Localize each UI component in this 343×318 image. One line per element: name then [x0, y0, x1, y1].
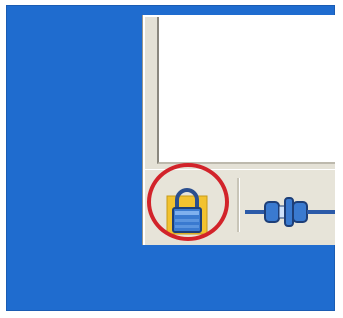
security-lock-icon[interactable]	[165, 184, 213, 236]
content-pane	[157, 17, 335, 164]
network-connection-icon[interactable]	[245, 190, 335, 234]
status-bar	[145, 169, 335, 240]
desktop-background	[6, 5, 335, 311]
security-status-cell[interactable]	[153, 178, 213, 235]
application-window	[143, 15, 335, 245]
status-divider	[237, 178, 240, 232]
